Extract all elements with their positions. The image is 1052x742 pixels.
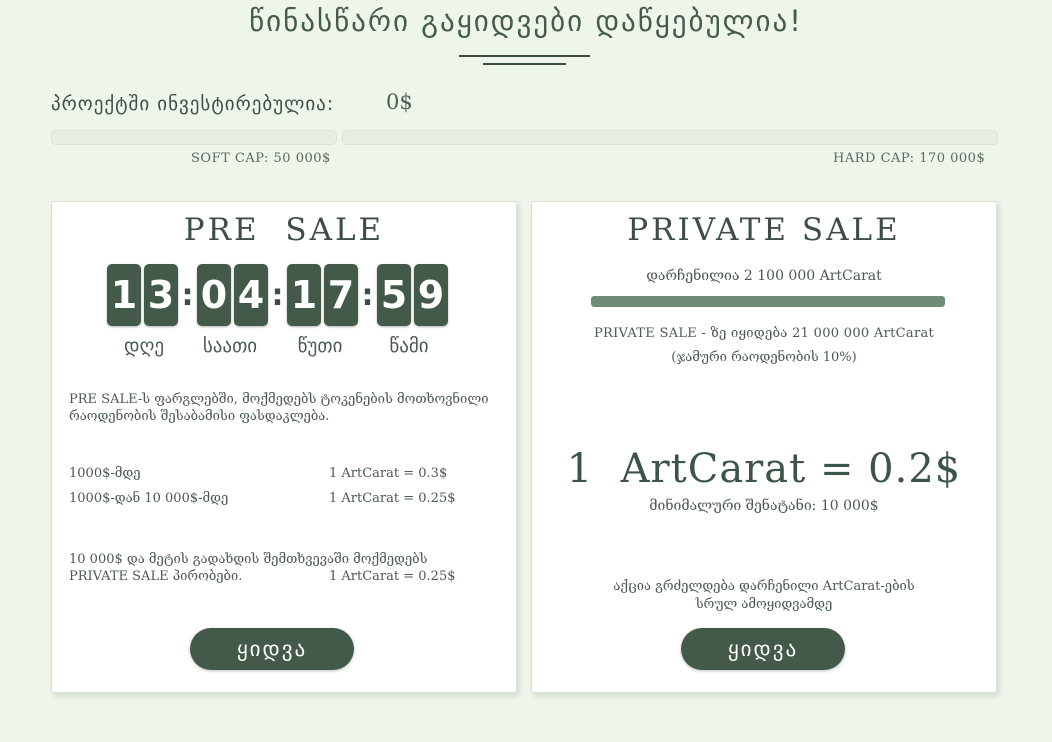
promo-note: სრულ ამოყიდვამდე [695,597,833,612]
timer-label-seconds: წამი [389,335,429,357]
timer-digit: 1 [107,264,141,326]
presale-note: 10 000$ და მეტის გადახდის შემთხვევაში მო… [69,552,428,567]
timer-digit: 0 [197,264,231,326]
presale-description: PRE SALE-ს ფარგლებში, მოქმედებს ტოკენები… [69,392,489,407]
invested-value: 0$ [386,90,413,114]
private-offer-share: (ჯამური რაოდენობის 10%) [671,350,857,365]
timer-label-days: დღე [123,335,165,357]
soft-cap-bar [51,130,337,145]
timer-colon: : [181,277,194,313]
hard-cap-label: HARD CAP: 170 000$ [833,151,986,166]
soft-cap-label: SOFT CAP: 50 000$ [191,151,331,166]
timer-label-hours: საათი [202,335,258,357]
title-underline-top [459,55,590,57]
title-underline-bottom [483,63,566,65]
remaining-progress-bar [591,296,945,307]
tier-rate: 1 ArtCarat = 0.25$ [329,491,456,506]
hard-cap-bar [342,130,998,145]
tier-range: 1000$-დან 10 000$-მდე [69,491,229,506]
timer-digit: 7 [324,264,358,326]
timer-digit: 5 [377,264,411,326]
private-rate: 1 ArtCarat = 0.2$ [566,446,962,492]
presale-note-rate: 1 ArtCarat = 0.25$ [329,569,456,584]
page-title: წინასწარი გაყიდვები დაწყებულია! [249,4,803,38]
timer-digit: 9 [414,264,448,326]
remaining-progress-fill [591,296,945,307]
timer-colon: : [271,277,284,313]
min-investment: მინიმალური შენატანი: 10 000$ [649,498,879,514]
private-offer: PRIVATE SALE - ზე იყიდება 21 000 000 Art… [593,326,935,341]
private-sale-title: PRIVATE SALE [627,212,901,248]
tier-range: 1000$-მდე [69,466,141,481]
presale-description: რაოდენობის შესაბამისი ფასდაკლება. [69,409,330,424]
timer-digit: 1 [287,264,321,326]
private-buy-button[interactable]: ყიდვა [681,628,845,670]
timer-colon: : [361,277,374,313]
timer-digit: 4 [234,264,268,326]
timer-label-minutes: წუთი [297,335,343,357]
invested-label: პროექტში ინვესტირებულია: [51,93,335,115]
timer-digit: 3 [144,264,178,326]
presale-card: PRE SALE 1 3 : 0 4 : 1 7 : 5 9 დღე საათი… [51,201,517,693]
presale-note: PRIVATE SALE პირობები. [69,569,243,584]
promo-note: აქცია გრძელდება დარჩენილი ArtCarat-ების [613,579,915,594]
presale-title: PRE SALE [183,212,385,248]
private-sale-card: PRIVATE SALE დარჩენილია 2 100 000 ArtCar… [531,201,997,693]
presale-buy-button[interactable]: ყიდვა [190,628,354,670]
countdown-timer: 1 3 : 0 4 : 1 7 : 5 9 [107,264,451,326]
remaining-tokens: დარჩენილია 2 100 000 ArtCarat [646,268,882,284]
tier-rate: 1 ArtCarat = 0.3$ [329,466,448,481]
